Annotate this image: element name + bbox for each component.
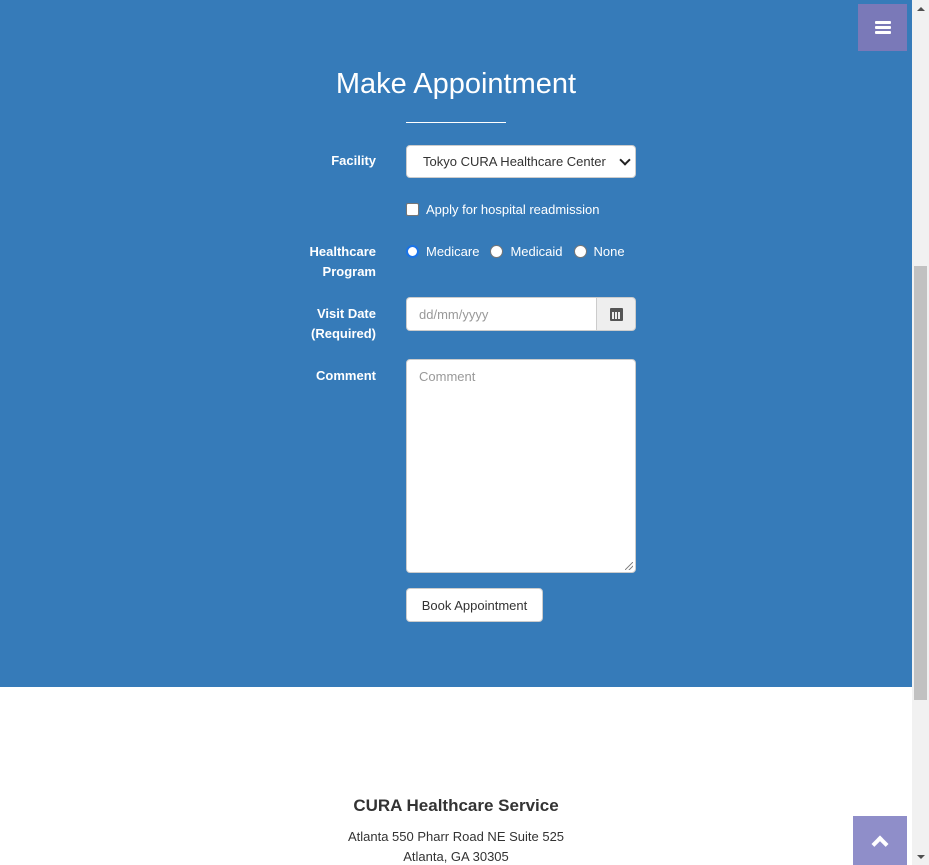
radio-label-none[interactable]: None — [594, 244, 625, 259]
vertical-scrollbar[interactable] — [912, 0, 929, 865]
radio-none[interactable] — [573, 245, 587, 258]
facility-label: Facility — [331, 153, 376, 168]
program-label-line2: Program — [322, 264, 376, 279]
footer-address-line2: Atlanta, GA 30305 — [403, 849, 509, 864]
scroll-down-arrow-icon[interactable] — [912, 848, 929, 865]
hamburger-icon — [874, 21, 891, 34]
radio-option-none[interactable]: None — [573, 244, 625, 259]
chevron-up-icon — [871, 835, 889, 852]
scroll-up-arrow-icon[interactable] — [912, 0, 929, 17]
page: Make Appointment Facility Tokyo CURA Hea… — [0, 0, 912, 865]
calendar-button[interactable] — [596, 297, 636, 331]
chevron-down-icon — [619, 154, 631, 166]
readmission-checkbox[interactable] — [406, 203, 419, 216]
comment-label: Comment — [316, 368, 376, 383]
radio-option-medicaid[interactable]: Medicaid — [490, 244, 563, 259]
radio-medicare[interactable] — [406, 245, 419, 258]
page-title: Make Appointment — [335, 68, 577, 100]
visit-date-label-line1: Visit Date — [316, 306, 376, 321]
visit-date-input[interactable]: dd/mm/yyyy — [406, 297, 596, 331]
readmission-label[interactable]: Apply for hospital readmission — [426, 202, 599, 217]
scrollbar-thumb[interactable] — [914, 266, 927, 700]
menu-toggle-button[interactable] — [858, 4, 907, 51]
footer-address-line1: Atlanta 550 Pharr Road NE Suite 525 — [347, 829, 565, 844]
appointment-section: Make Appointment Facility Tokyo CURA Hea… — [0, 0, 912, 687]
comment-placeholder: Comment — [419, 369, 476, 384]
comment-textarea[interactable]: Comment — [406, 359, 636, 573]
program-label-line1: Healthcare — [309, 244, 376, 259]
program-label: Healthcare Program — [256, 242, 376, 282]
facility-select[interactable]: Tokyo CURA Healthcare Center — [406, 145, 636, 178]
title-divider — [406, 122, 506, 123]
visit-date-group: dd/mm/yyyy — [406, 297, 636, 331]
radio-option-medicare[interactable]: Medicare — [406, 244, 479, 259]
visit-date-label: Visit Date (Required) — [256, 304, 376, 344]
radio-label-medicaid[interactable]: Medicaid — [510, 244, 562, 259]
scroll-to-top-button[interactable] — [853, 816, 907, 865]
book-appointment-button[interactable]: Book Appointment — [406, 588, 543, 622]
readmission-row: Apply for hospital readmission — [406, 202, 599, 217]
resize-grip-icon[interactable] — [625, 562, 633, 570]
visit-date-label-line2: (Required) — [311, 326, 376, 341]
calendar-icon — [609, 307, 623, 321]
radio-label-medicare[interactable]: Medicare — [426, 244, 479, 259]
footer-title: CURA Healthcare Service — [353, 796, 559, 815]
program-radio-group: Medicare Medicaid None — [406, 244, 636, 259]
radio-medicaid[interactable] — [490, 245, 504, 258]
facility-selected-value: Tokyo CURA Healthcare Center — [423, 154, 606, 169]
